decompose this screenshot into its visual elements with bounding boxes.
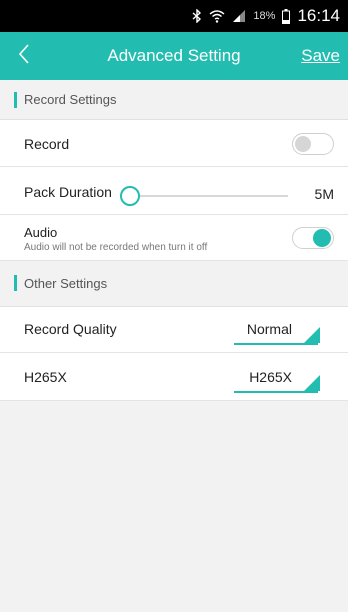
section-title: Record Settings bbox=[24, 92, 117, 107]
h265x-label: H265X bbox=[24, 369, 67, 385]
audio-row: Audio Audio will not be recorded when tu… bbox=[0, 215, 348, 261]
dropdown-triangle-icon bbox=[304, 327, 320, 343]
section-other-settings: Other Settings bbox=[0, 261, 348, 307]
h265x-value: H265X bbox=[249, 369, 292, 385]
toggle-knob bbox=[295, 136, 311, 152]
pack-duration-label: Pack Duration bbox=[24, 184, 112, 200]
audio-toggle[interactable] bbox=[292, 227, 334, 249]
section-record-settings: Record Settings bbox=[0, 80, 348, 120]
record-toggle[interactable] bbox=[292, 133, 334, 155]
app-bar: Advanced Setting Save bbox=[0, 32, 348, 80]
status-time: 16:14 bbox=[297, 6, 340, 25]
pack-duration-value: 5M bbox=[314, 186, 334, 202]
pack-duration-slider-thumb[interactable] bbox=[120, 186, 140, 206]
bluetooth-icon bbox=[192, 9, 202, 23]
section-accent-bar bbox=[14, 275, 17, 291]
status-bar: 18% 16:14 bbox=[0, 0, 348, 32]
dropdown-triangle-icon bbox=[304, 375, 320, 391]
pack-duration-slider-track[interactable] bbox=[132, 195, 288, 197]
page-title: Advanced Setting bbox=[107, 46, 241, 65]
audio-label: Audio bbox=[24, 225, 58, 240]
record-quality-value: Normal bbox=[246, 321, 292, 337]
record-quality-select[interactable]: Normal bbox=[234, 317, 320, 345]
toggle-knob bbox=[313, 229, 331, 247]
record-row: Record bbox=[0, 120, 348, 167]
battery-percent: 18% bbox=[253, 10, 276, 22]
section-accent-bar bbox=[14, 92, 17, 108]
record-label: Record bbox=[24, 136, 70, 152]
record-quality-row: Record Quality Normal bbox=[0, 307, 348, 353]
record-quality-label: Record Quality bbox=[24, 321, 117, 337]
save-button[interactable]: Save bbox=[301, 32, 340, 80]
audio-description: Audio will not be recorded when turn it … bbox=[24, 242, 208, 253]
pack-duration-row: Pack Duration 5M bbox=[0, 167, 348, 215]
section-title: Other Settings bbox=[24, 276, 108, 291]
h265x-select[interactable]: H265X bbox=[234, 365, 320, 393]
h265x-row: H265X H265X bbox=[0, 353, 348, 401]
battery-icon bbox=[282, 8, 291, 24]
signal-icon bbox=[232, 9, 246, 23]
wifi-icon bbox=[209, 9, 225, 23]
